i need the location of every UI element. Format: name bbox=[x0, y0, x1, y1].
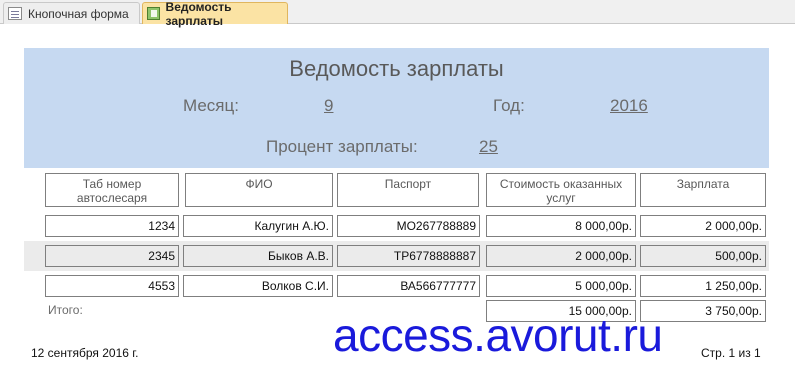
column-header-tab-number: Таб номер автослесаря bbox=[45, 173, 179, 207]
form-icon bbox=[8, 7, 22, 20]
year-value: 2016 bbox=[610, 96, 648, 115]
cell-salary: 500,00р. bbox=[640, 245, 766, 267]
cell-salary: 2 000,00р. bbox=[640, 215, 766, 237]
column-header-service-cost: Стоимость оказанных услуг bbox=[486, 173, 636, 207]
watermark-text: access.avorut.ru bbox=[333, 309, 663, 361]
cell-tab-number: 4553 bbox=[45, 275, 179, 297]
document-tab-strip: Кнопочная форма Ведомость зарплаты bbox=[0, 0, 795, 28]
report-title: Ведомость зарплаты bbox=[289, 56, 504, 81]
cell-salary: 1 250,00р. bbox=[640, 275, 766, 297]
cell-fio: Волков С.И. bbox=[183, 275, 333, 297]
cell-passport: ВА566777777 bbox=[337, 275, 480, 297]
report-date: 12 сентября 2016 г. bbox=[31, 346, 139, 360]
tab-label: Кнопочная форма bbox=[28, 6, 129, 21]
cell-service-cost: 8 000,00р. bbox=[486, 215, 636, 237]
table-row: 4553 Волков С.И. ВА566777777 5 000,00р. … bbox=[24, 271, 769, 301]
tab-switchboard-form[interactable]: Кнопочная форма bbox=[3, 2, 140, 24]
month-value: 9 bbox=[324, 96, 334, 115]
column-header-passport: Паспорт bbox=[337, 173, 479, 207]
cell-passport: МО267788889 bbox=[337, 215, 480, 237]
cell-fio: Калугин А.Ю. bbox=[183, 215, 333, 237]
table-row: 1234 Калугин А.Ю. МО267788889 8 000,00р.… bbox=[24, 211, 769, 241]
month-label: Месяц: bbox=[183, 96, 239, 115]
cell-tab-number: 1234 bbox=[45, 215, 179, 237]
report-icon bbox=[147, 7, 160, 20]
cell-passport: ТР6778888887 bbox=[337, 245, 480, 267]
tab-salary-report[interactable]: Ведомость зарплаты bbox=[142, 0, 288, 28]
column-header-salary: Зарплата bbox=[640, 173, 766, 207]
table-row: 2345 Быков А.В. ТР6778888887 2 000,00р. … bbox=[24, 241, 769, 271]
percent-label: Процент зарплаты: bbox=[266, 137, 418, 156]
cell-tab-number: 2345 bbox=[45, 245, 179, 267]
column-header-fio: ФИО bbox=[185, 173, 333, 207]
year-label: Год: bbox=[493, 96, 525, 115]
cell-fio: Быков А.В. bbox=[183, 245, 333, 267]
report-header: Ведомость зарплаты Месяц: 9 Год: 2016 Пр… bbox=[24, 48, 769, 168]
percent-value: 25 bbox=[479, 137, 498, 156]
cell-service-cost: 2 000,00р. bbox=[486, 245, 636, 267]
tab-label: Ведомость зарплаты bbox=[165, 0, 232, 28]
page-number: Стр. 1 из 1 bbox=[701, 346, 761, 360]
total-label: Итого: bbox=[48, 303, 83, 317]
cell-service-cost: 5 000,00р. bbox=[486, 275, 636, 297]
